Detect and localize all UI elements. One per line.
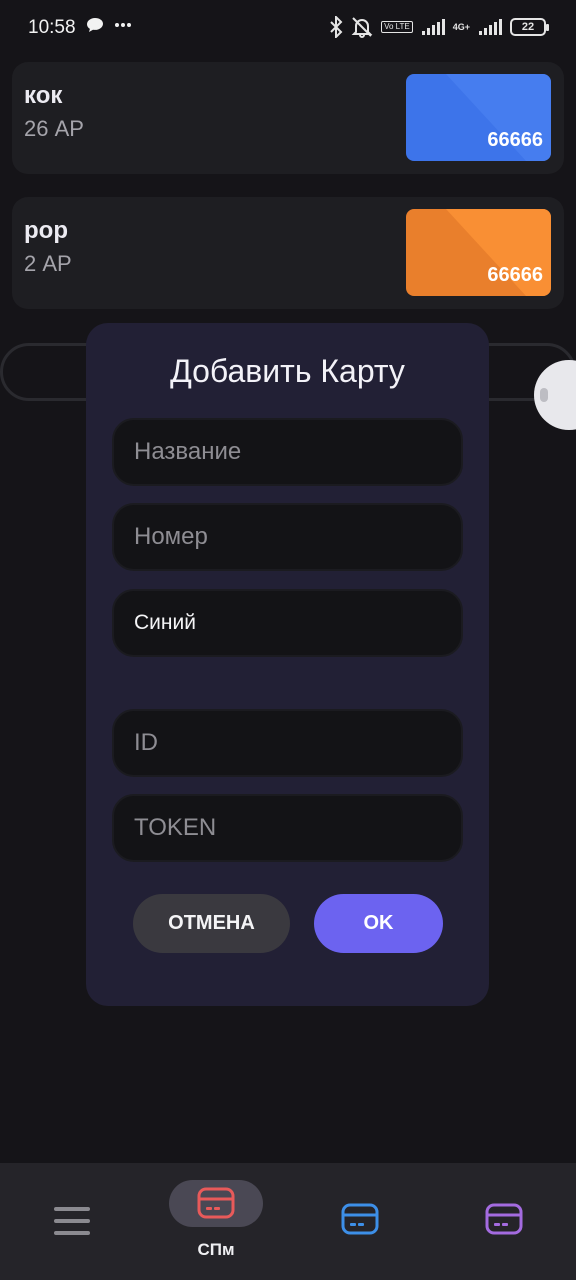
card-thumbnail: 66666 [406, 209, 551, 296]
signal-icon-2 [479, 19, 502, 35]
dialog-title: Добавить Карту [170, 353, 405, 389]
card-balance: 2 АР [24, 251, 72, 276]
ok-button[interactable]: OK [314, 894, 443, 953]
more-dots-icon [115, 23, 131, 27]
bluetooth-icon [330, 16, 343, 38]
card-icon-purple[interactable] [485, 1203, 523, 1235]
bottom-navigation: СПм [0, 1163, 576, 1280]
bell-muted-icon [351, 17, 373, 38]
card-name-input[interactable] [112, 418, 463, 486]
card-number: 66666 [487, 264, 543, 286]
network-type: 4G+ [452, 21, 470, 32]
id-input[interactable] [112, 709, 463, 777]
cancel-button[interactable]: ОТМЕНА [133, 894, 290, 953]
card-list-item[interactable]: рор 2 АР 66666 [12, 197, 564, 309]
status-bar: 10:58 Vo LTE 4G+ 22 [0, 0, 576, 58]
chat-bubble-icon [87, 18, 103, 32]
card-icon-blue[interactable] [341, 1203, 379, 1235]
color-select-value: Синий [134, 611, 196, 634]
card-list-item[interactable]: кок 26 АР 66666 [12, 62, 564, 174]
nav-active-label: СПм [197, 1240, 235, 1259]
token-input[interactable] [112, 794, 463, 862]
card-number-input[interactable] [112, 503, 463, 571]
menu-icon [54, 1207, 90, 1235]
card-thumbnail: 66666 [406, 74, 551, 161]
add-card-dialog: Добавить Карту Синий ОТМЕНА OK [86, 323, 489, 1006]
status-time: 10:58 [28, 17, 76, 38]
card-icon-red [197, 1187, 235, 1219]
card-name: рор [24, 217, 68, 244]
nav-menu[interactable] [42, 1163, 102, 1280]
color-select[interactable]: Синий [112, 589, 463, 657]
signal-icon [421, 19, 445, 35]
card-number: 66666 [487, 129, 543, 151]
battery-indicator: 22 [510, 18, 549, 36]
card-balance: 26 АР [24, 116, 84, 141]
card-name: кок [24, 82, 63, 109]
volte-badge: Vo LTE [381, 21, 413, 33]
